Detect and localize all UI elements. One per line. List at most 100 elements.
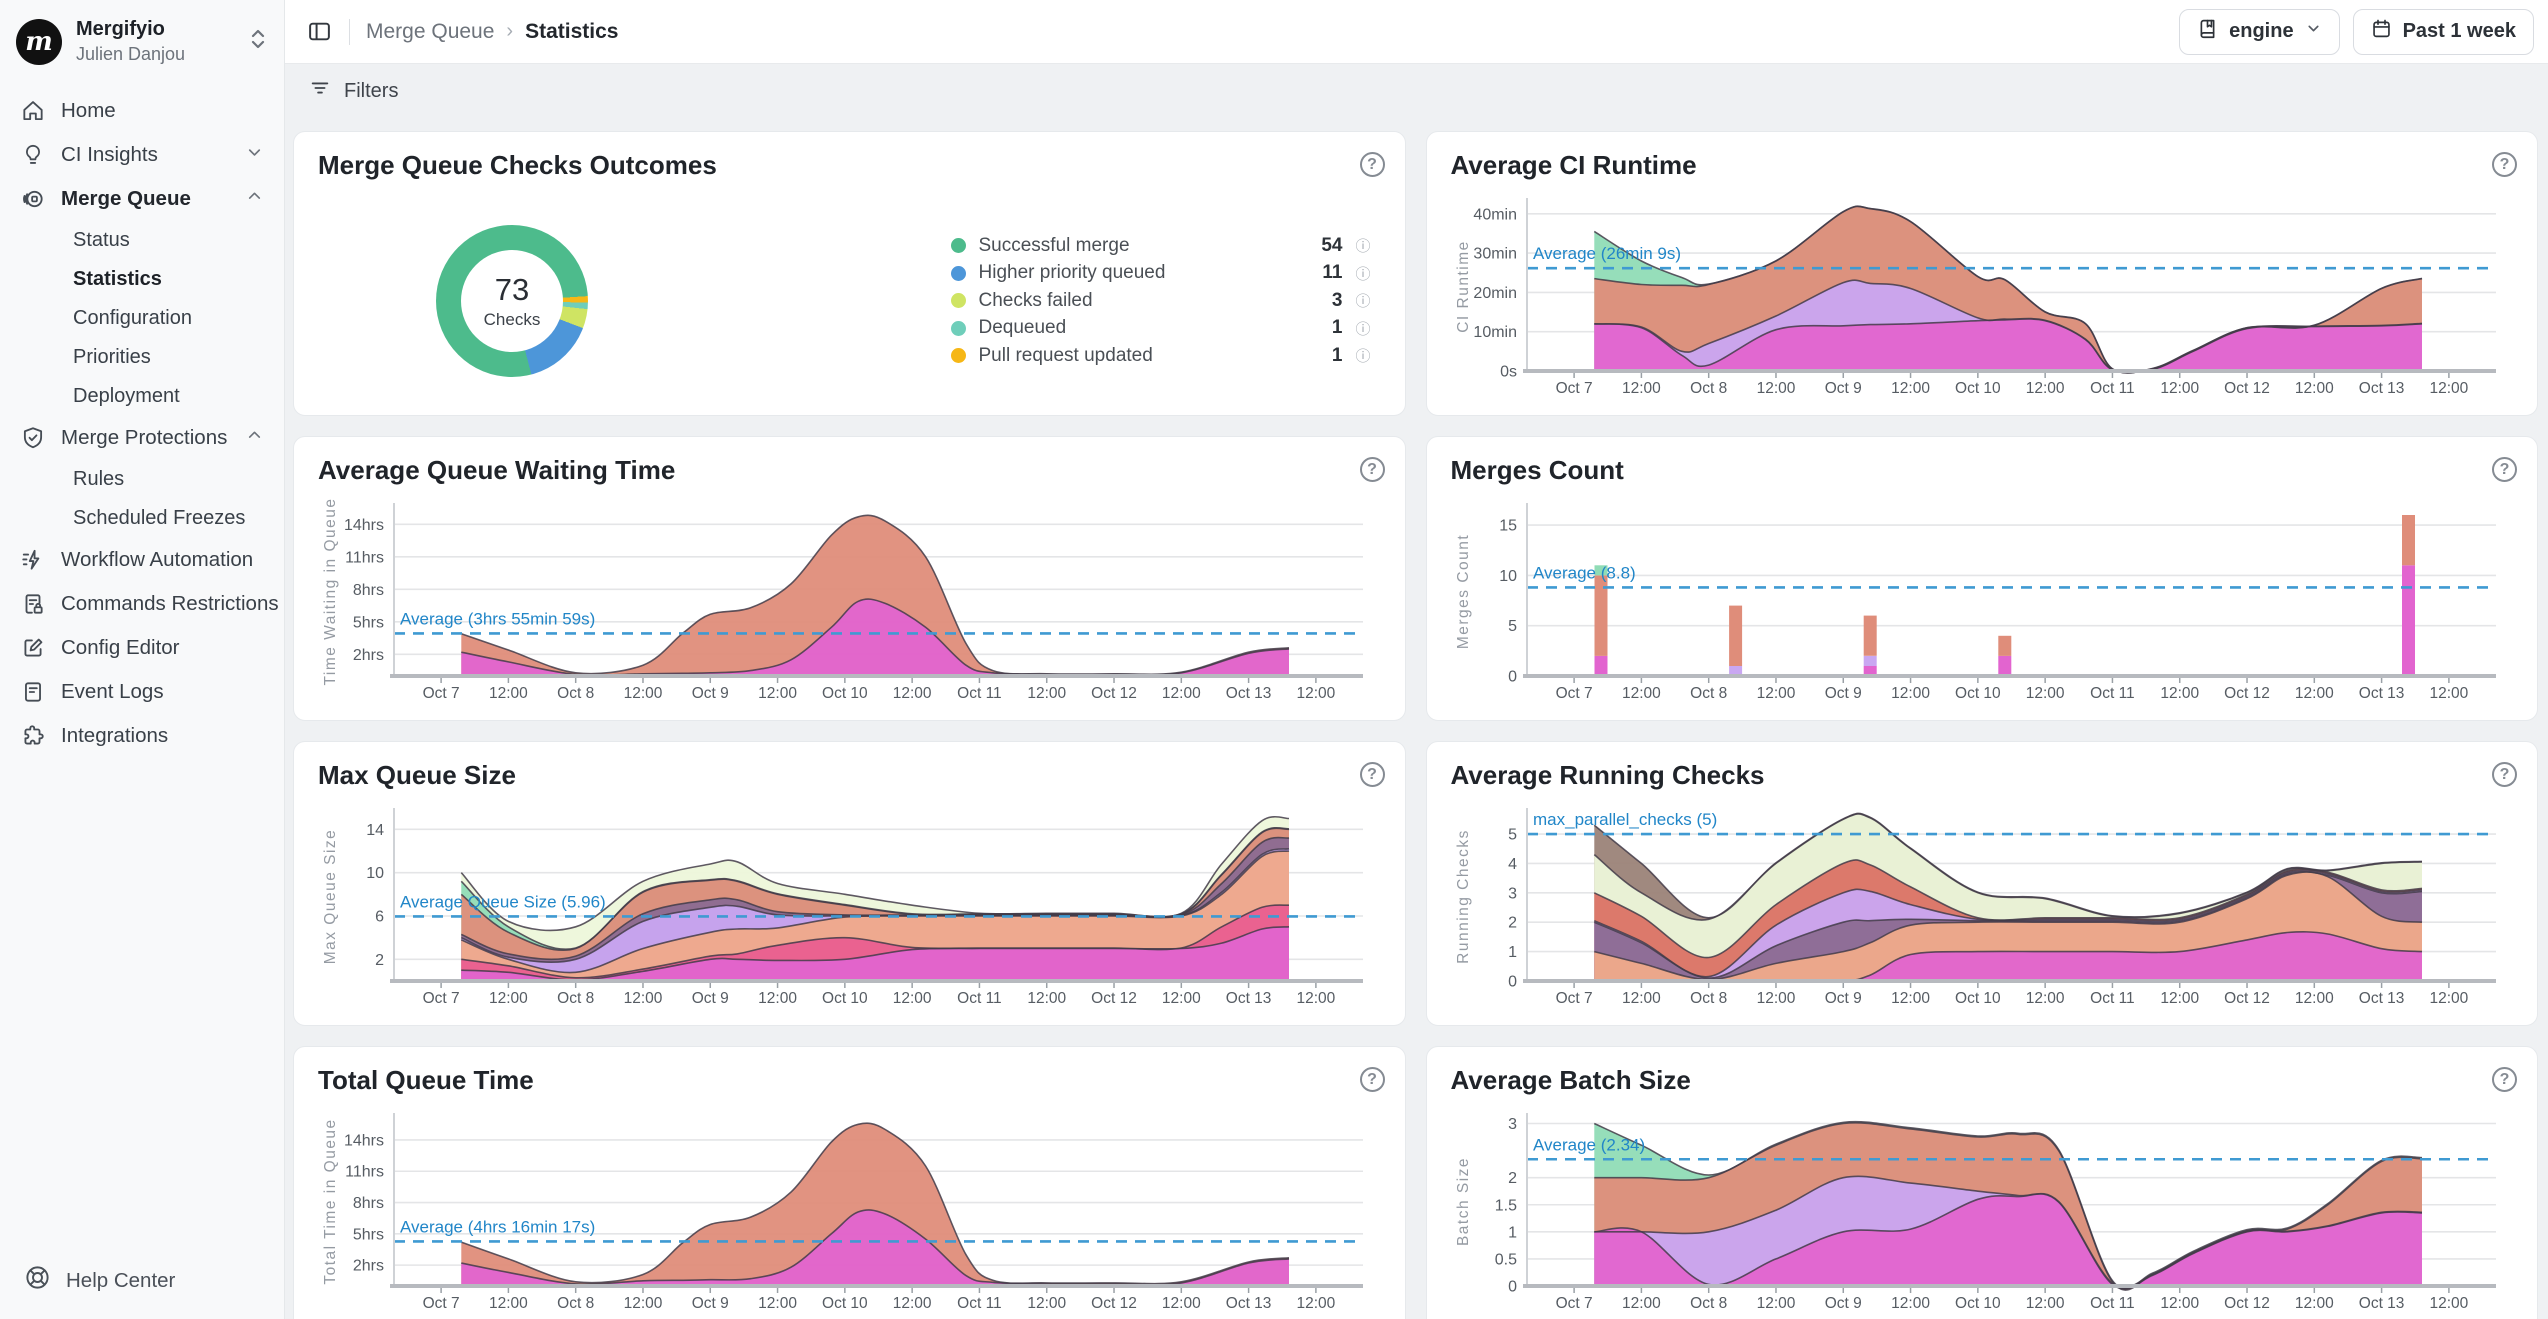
svg-text:Oct 12: Oct 12 (2224, 380, 2270, 397)
sidebar-item-merge-protections[interactable]: Merge Protections (8, 416, 276, 460)
sidebar-item-event-logs[interactable]: Event Logs (8, 670, 276, 714)
sidebar-item-deployment[interactable]: Deployment (61, 377, 276, 416)
sidebar-item-priorities[interactable]: Priorities (61, 338, 276, 377)
card-average-running-checks: Average Running Checks ? 012345max_paral… (1426, 741, 2539, 1026)
svg-text:12:00: 12:00 (758, 990, 797, 1007)
donut-legend: Successful merge54ⓘHigher priority queue… (951, 232, 1371, 370)
help-icon[interactable]: ? (2492, 1067, 2517, 1092)
svg-text:12:00: 12:00 (1891, 685, 1930, 702)
svg-text:12:00: 12:00 (1296, 685, 1335, 702)
svg-text:Oct 10: Oct 10 (822, 990, 868, 1007)
svg-text:2hrs: 2hrs (353, 647, 384, 664)
help-center-link[interactable]: Help Center (0, 1242, 284, 1319)
svg-text:12:00: 12:00 (1296, 990, 1335, 1007)
help-icon[interactable]: ? (2492, 152, 2517, 177)
sidebar-item-home[interactable]: Home (8, 89, 276, 133)
sidebar-item-ci-insights[interactable]: CI Insights (8, 133, 276, 177)
filters-button[interactable]: Filters (305, 71, 402, 111)
chart-area: 012345max_parallel_checks (5)Oct 712:00O… (1451, 804, 2514, 1017)
help-icon[interactable]: ? (1360, 457, 1385, 482)
svg-text:Oct 9: Oct 9 (692, 990, 729, 1007)
svg-text:Average (26min 9s): Average (26min 9s) (1533, 244, 1681, 263)
filter-lines-icon (309, 77, 331, 105)
info-icon[interactable]: ⓘ (1355, 235, 1370, 256)
org-user: Julien Danjou (76, 44, 234, 65)
svg-text:8hrs: 8hrs (353, 582, 384, 599)
sidebar-item-commands-restrictions[interactable]: Commands Restrictions (8, 582, 276, 626)
svg-text:12:00: 12:00 (758, 1295, 797, 1312)
info-icon[interactable]: ⓘ (1355, 345, 1370, 366)
dashboard-grid: Merge Queue Checks Outcomes ? 73ChecksSu… (285, 118, 2548, 1319)
legend-label: Successful merge (979, 235, 1130, 257)
sidebar-item-scheduled-freezes[interactable]: Scheduled Freezes (61, 499, 276, 538)
svg-text:Oct 13: Oct 13 (2358, 380, 2404, 397)
sidebar-item-merge-queue[interactable]: Merge Queue (8, 177, 276, 221)
svg-text:12:00: 12:00 (1621, 1295, 1660, 1312)
help-icon[interactable]: ? (1360, 1067, 1385, 1092)
svg-text:Oct 7: Oct 7 (1555, 1295, 1592, 1312)
svg-text:Oct 11: Oct 11 (2090, 685, 2135, 702)
svg-text:30min: 30min (1473, 246, 1517, 263)
sidebar-item-workflow-automation[interactable]: Workflow Automation (8, 538, 276, 582)
legend-value: 11 (1322, 262, 1342, 284)
svg-text:Average (3hrs 55min 59s): Average (3hrs 55min 59s) (400, 609, 595, 628)
total-queue-time-chart: 2hrs5hrs8hrs11hrs14hrsAverage (4hrs 16mi… (318, 1109, 1375, 1314)
card-title: Total Queue Time (318, 1065, 1381, 1096)
svg-text:12:00: 12:00 (1756, 685, 1795, 702)
breadcrumb-merge-queue[interactable]: Merge Queue (366, 20, 494, 44)
svg-text:Oct 13: Oct 13 (2358, 1295, 2404, 1312)
help-icon[interactable]: ? (1360, 762, 1385, 787)
breadcrumb-separator: › (506, 20, 513, 43)
legend-row: Dequeued1ⓘ (951, 314, 1371, 342)
legend-dot (951, 321, 966, 336)
chevron-up-icon (245, 426, 264, 451)
topbar: Merge Queue › Statistics engine Past 1 w… (285, 0, 2548, 64)
sidebar-item-integrations[interactable]: Integrations (8, 714, 276, 758)
svg-text:Oct 9: Oct 9 (1824, 380, 1861, 397)
sidebar-item-label: Workflow Automation (61, 548, 264, 572)
sidebar-item-statistics[interactable]: Statistics (61, 260, 276, 299)
svg-text:0.5: 0.5 (1494, 1251, 1516, 1268)
info-icon[interactable]: ⓘ (1355, 318, 1370, 339)
sidebar-item-status[interactable]: Status (61, 221, 276, 260)
svg-text:6: 6 (375, 909, 384, 926)
svg-text:Oct 11: Oct 11 (957, 685, 1002, 702)
svg-text:Average (2.34): Average (2.34) (1533, 1135, 1645, 1154)
help-icon[interactable]: ? (1360, 152, 1385, 177)
svg-text:Oct 7: Oct 7 (1555, 380, 1592, 397)
sidebar-item-config-editor[interactable]: Config Editor (8, 626, 276, 670)
svg-text:12:00: 12:00 (624, 990, 663, 1007)
svg-text:Oct 7: Oct 7 (423, 1295, 460, 1312)
sidebar-item-label: Commands Restrictions (61, 592, 279, 616)
card-title: Average Batch Size (1451, 1065, 2514, 1096)
svg-text:2hrs: 2hrs (353, 1258, 384, 1275)
svg-text:Oct 12: Oct 12 (1091, 990, 1137, 1007)
sidebar-item-rules[interactable]: Rules (61, 460, 276, 499)
svg-text:Oct 7: Oct 7 (1555, 990, 1592, 1007)
help-icon[interactable]: ? (2492, 762, 2517, 787)
svg-text:Oct 9: Oct 9 (692, 1295, 729, 1312)
svg-text:12:00: 12:00 (624, 685, 663, 702)
average-ci-runtime-chart: 0s10min20min30min40minAverage (26min 9s)… (1451, 194, 2508, 399)
repository-select[interactable]: engine (2179, 9, 2339, 55)
info-icon[interactable]: ⓘ (1355, 290, 1370, 311)
help-icon[interactable]: ? (2492, 457, 2517, 482)
svg-text:Oct 12: Oct 12 (2224, 685, 2270, 702)
svg-text:0: 0 (1508, 974, 1517, 991)
mergify-logo: m (16, 19, 62, 65)
svg-text:max_parallel_checks (5): max_parallel_checks (5) (1533, 810, 1717, 829)
org-switcher[interactable]: m Mergifyio Julien Danjou (0, 0, 284, 79)
svg-text:12:00: 12:00 (2429, 990, 2468, 1007)
svg-text:Batch Size: Batch Size (1455, 1157, 1472, 1246)
svg-text:40min: 40min (1473, 206, 1517, 223)
chevron-down-icon (2305, 20, 2322, 43)
svg-text:3: 3 (1508, 885, 1517, 902)
sidebar-nav: HomeCI InsightsMerge QueueStatusStatisti… (0, 79, 284, 1242)
sidebar-toggle-button[interactable] (301, 14, 337, 50)
svg-text:12:00: 12:00 (489, 990, 528, 1007)
svg-text:12:00: 12:00 (2294, 1295, 2333, 1312)
sidebar-item-configuration[interactable]: Configuration (61, 299, 276, 338)
info-icon[interactable]: ⓘ (1355, 263, 1370, 284)
legend-dot (951, 348, 966, 363)
date-range-button[interactable]: Past 1 week (2353, 9, 2534, 55)
